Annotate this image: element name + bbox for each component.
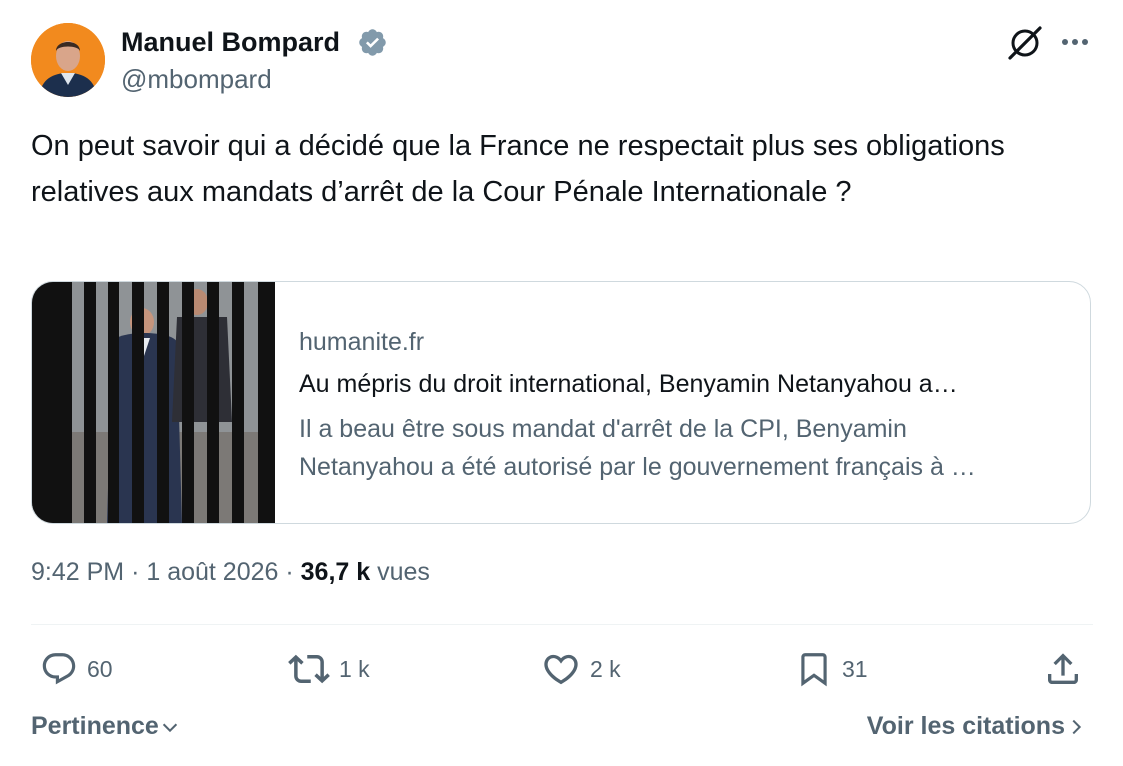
- repost-icon: [288, 654, 330, 684]
- repost-count: 1 k: [339, 655, 370, 682]
- reply-count: 60: [87, 655, 113, 682]
- chevron-right-icon: [1072, 719, 1082, 734]
- views-count: 36,7 k: [300, 558, 371, 586]
- chevron-down-icon: [162, 723, 177, 732]
- view-quotes-label: Voir les citations: [866, 712, 1065, 740]
- grok-icon[interactable]: [1006, 24, 1044, 62]
- link-preview-card[interactable]: humanite.fr Au mépris du droit internati…: [31, 281, 1091, 524]
- sort-label: Pertinence: [31, 712, 159, 740]
- reply-button[interactable]: 60: [40, 648, 113, 690]
- heart-icon: [544, 654, 578, 685]
- reply-icon: [42, 653, 76, 685]
- tweet-text: On peut savoir qui a décidé que la Franc…: [31, 130, 1005, 208]
- avatar-photo: [31, 23, 105, 97]
- author-display-name[interactable]: Manuel Bompard: [121, 25, 340, 59]
- repost-button[interactable]: 1 k: [288, 648, 370, 690]
- bookmark-count: 31: [842, 655, 868, 682]
- card-description-line: Netanyahou a été autorisé par le gouvern…: [299, 453, 976, 481]
- sort-replies-dropdown[interactable]: Pertinence: [31, 712, 181, 741]
- like-count: 2 k: [590, 655, 621, 682]
- bookmark-button[interactable]: 31: [795, 648, 868, 690]
- card-domain: humanite.fr: [299, 328, 425, 356]
- views-label: vues: [377, 558, 430, 586]
- bookmark-icon: [801, 653, 827, 687]
- author-handle[interactable]: @mbompard: [121, 62, 272, 96]
- card-title: Au mépris du droit international, Benyam…: [299, 370, 958, 398]
- meta-separator: ·: [285, 558, 294, 586]
- avatar[interactable]: [31, 23, 105, 97]
- card-description: Il a beau être sous mandat d'arrêt de la…: [299, 410, 1069, 486]
- more-options-icon[interactable]: [1057, 28, 1093, 56]
- tweet-meta: 9:42 PM · 1 août 2026 · 36,7 k vues: [31, 558, 430, 587]
- card-description-line: Il a beau être sous mandat d'arrêt de la…: [299, 415, 907, 443]
- tweet-time[interactable]: 9:42 PM: [31, 558, 124, 586]
- card-image: [32, 282, 275, 523]
- meta-separator: ·: [131, 558, 140, 586]
- like-button[interactable]: 2 k: [541, 648, 621, 690]
- view-quotes-link[interactable]: Voir les citations: [867, 712, 1087, 741]
- divider: [31, 624, 1093, 625]
- verified-badge-icon[interactable]: [357, 27, 388, 58]
- tweet-date[interactable]: 1 août 2026: [146, 558, 278, 586]
- share-button[interactable]: [1043, 648, 1083, 690]
- share-icon: [1048, 653, 1078, 684]
